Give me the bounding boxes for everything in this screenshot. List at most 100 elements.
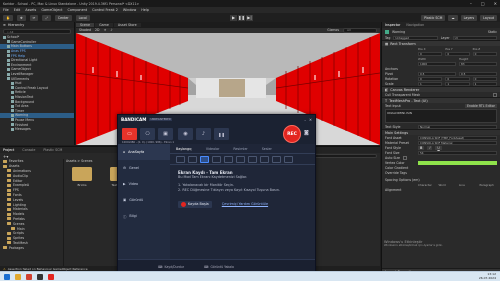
text-input-area[interactable]: ONALDIMINI.ISIN: [385, 109, 497, 123]
local-toggle[interactable]: Local: [75, 14, 90, 21]
pos-field-0[interactable]: 0: [418, 51, 443, 56]
pos-field-1[interactable]: 0: [445, 51, 470, 56]
start-recording-button[interactable]: Kayda Başla: [178, 201, 212, 208]
layout-dropdown[interactable]: Layout: [480, 14, 497, 21]
tab-inspector[interactable]: Inspector: [385, 23, 400, 27]
maximize-icon[interactable]: □: [481, 1, 485, 6]
mic-button[interactable]: ♪: [196, 128, 211, 140]
font-asset-field[interactable]: CONSOLA SDF (TMP_FontAsset): [418, 135, 497, 140]
center-toggle[interactable]: Center: [54, 14, 72, 21]
menu-item-window[interactable]: Window: [123, 8, 136, 12]
capture-mode-icon[interactable]: [236, 155, 245, 163]
online-help-link[interactable]: Çevrimiçi Yardım Görüntüle: [222, 202, 268, 207]
cull-checkbox[interactable]: [493, 92, 497, 97]
menu-item-help[interactable]: Help: [141, 8, 149, 12]
step-icon[interactable]: ▶|: [246, 14, 253, 21]
auto-size-checkbox[interactable]: [402, 155, 407, 160]
font-size-field[interactable]: 54: [418, 150, 497, 155]
capture-mode-icon[interactable]: [272, 155, 281, 163]
capture-mode-icon[interactable]: [212, 155, 221, 163]
text-style-dropdown[interactable]: Normal: [418, 124, 497, 129]
size-field-1[interactable]: 83: [459, 61, 497, 66]
play-icon[interactable]: ▶: [230, 14, 237, 21]
capture-mode-icon[interactable]: [224, 155, 233, 163]
tab-project[interactable]: Project: [3, 148, 14, 152]
tab-game[interactable]: Game: [95, 22, 113, 27]
hierarchy-item[interactable]: Messages: [0, 127, 74, 132]
clock[interactable]: 13:12 26.07.2024: [479, 272, 496, 280]
bandicam-nav-item[interactable]: ▣ Görüntü: [118, 192, 170, 208]
webcam-button[interactable]: ◉: [178, 128, 193, 140]
menu-item-edit[interactable]: Edit: [14, 8, 21, 12]
audio-icon[interactable]: ♪: [110, 28, 112, 32]
unity-icon[interactable]: [37, 273, 43, 280]
italic-button[interactable]: I: [427, 145, 433, 150]
layers-dropdown[interactable]: Layers: [460, 14, 478, 21]
vertex-color-swatch[interactable]: [418, 160, 497, 165]
project-tree-item[interactable]: Packages: [0, 245, 62, 250]
pause-icon[interactable]: ❚❚: [238, 14, 245, 21]
bandicam-nav-item[interactable]: ▶ Video: [118, 176, 170, 192]
device-mode-button[interactable]: ▣: [158, 128, 173, 140]
shading-dropdown[interactable]: Shaded: [79, 28, 91, 32]
scale-tool-icon[interactable]: ⤢: [42, 14, 51, 21]
capture-mode-icon[interactable]: [284, 155, 293, 163]
menu-item-component[interactable]: Component: [67, 8, 87, 12]
capture-mode-icon[interactable]: [260, 155, 269, 163]
close-icon[interactable]: ✕: [494, 1, 497, 6]
menu-item-control-freak-2[interactable]: Control Freak 2: [92, 8, 118, 12]
underline-button[interactable]: U: [435, 145, 442, 150]
capture-mode-icon[interactable]: [248, 155, 257, 163]
static-checkbox[interactable]: Static: [488, 30, 497, 34]
project-asset[interactable]: Bricks: [70, 167, 94, 187]
material-preset-dropdown[interactable]: CONSOLA SDF Material: [418, 140, 497, 145]
pos-field-2[interactable]: 0: [472, 51, 497, 56]
project-breadcrumb[interactable]: Assets > Scenes: [66, 159, 92, 163]
move-tool-icon[interactable]: ✥: [16, 14, 26, 21]
tab-scene[interactable]: Scene: [76, 22, 95, 27]
scale-z-field[interactable]: 1: [472, 81, 497, 86]
fullscreen-mode-button[interactable]: ▭: [122, 128, 137, 140]
scale-y-field[interactable]: 1: [445, 81, 470, 86]
bold-button[interactable]: B: [418, 145, 425, 150]
bandicam-tab[interactable]: Sesler: [262, 147, 272, 151]
2d-toggle[interactable]: 2D: [95, 28, 99, 32]
pause-button[interactable]: ❚❚: [214, 128, 229, 140]
bandicam-nav-item[interactable]: ⚙ Genel: [118, 160, 170, 176]
record-stop-hint[interactable]: ⌨ Kayıt/Durdur: [158, 265, 184, 269]
bandicam-tab[interactable]: Resimler: [233, 147, 247, 151]
hierarchy-search-input[interactable]: ⌕ All: [3, 29, 71, 34]
tag-dropdown[interactable]: Untagged: [393, 35, 438, 40]
scale-x-field[interactable]: 1: [418, 81, 443, 86]
tab-asset-store[interactable]: Asset Store: [113, 22, 141, 27]
tab-plastic-scm[interactable]: Plastic SCM: [43, 148, 62, 152]
bandicam-icon[interactable]: [48, 273, 54, 280]
menu-item-assets[interactable]: Assets: [25, 8, 36, 12]
hierarchy-tab[interactable]: ≡ Hierarchy: [0, 22, 74, 28]
capture-mode-icon[interactable]: [188, 155, 197, 163]
bandicam-tab[interactable]: Videolar: [206, 147, 220, 151]
capture-hint[interactable]: ⌨ Görüntü Yakala: [204, 265, 234, 269]
add-icon[interactable]: +▾: [3, 154, 8, 159]
capture-mode-icon[interactable]: [176, 155, 185, 163]
layer-dropdown[interactable]: UI: [452, 35, 498, 40]
tab-navigation[interactable]: Navigation: [406, 23, 424, 27]
bandicam-nav-item[interactable]: ⓘ Bilgi: [118, 208, 170, 224]
bandicam-nav-item[interactable]: ⌂ AnaSayfa: [118, 144, 170, 160]
gizmos-dropdown[interactable]: Gizmos: [327, 28, 339, 32]
file-explorer-icon[interactable]: [15, 273, 21, 280]
bandicam-minimize-icon[interactable]: –: [304, 118, 306, 122]
menu-item-file[interactable]: File: [3, 8, 9, 12]
start-icon[interactable]: [4, 273, 10, 280]
rotation-x-field[interactable]: 0: [418, 76, 443, 81]
light-icon[interactable]: ☀: [104, 28, 107, 32]
minimize-icon[interactable]: –: [470, 1, 472, 6]
object-name[interactable]: Warning: [392, 30, 405, 34]
tab-console[interactable]: Console: [22, 148, 35, 152]
cloud-icon[interactable]: ☁: [448, 14, 458, 21]
enable-rtl-button[interactable]: Enable RTL Editor: [464, 103, 497, 108]
rotation-z-field[interactable]: 0: [472, 76, 497, 81]
chrome-icon[interactable]: [26, 273, 32, 280]
rec-button[interactable]: REC: [283, 125, 301, 143]
menu-item-gameobject[interactable]: GameObject: [41, 8, 62, 12]
